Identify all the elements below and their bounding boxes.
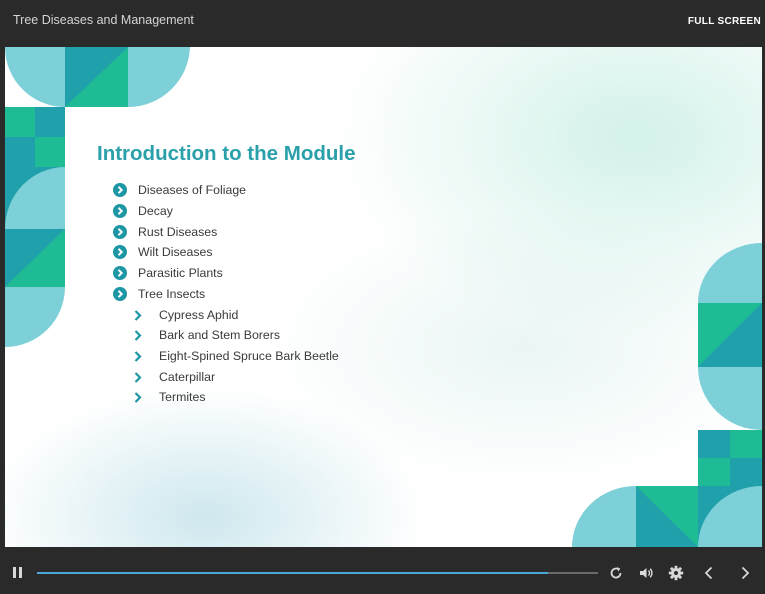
- chevron-circle-icon: [113, 224, 127, 239]
- replay-icon[interactable]: [608, 565, 624, 581]
- fullscreen-button[interactable]: FULL SCREEN: [688, 16, 761, 27]
- pause-icon: [13, 567, 16, 578]
- slide-canvas: Introduction to the Module Diseases of F…: [5, 47, 762, 547]
- pause-button[interactable]: [13, 567, 23, 579]
- list-item-label: Decay: [138, 203, 173, 218]
- sub-list-item-label: Eight-Spined Spruce Bark Beetle: [159, 348, 339, 363]
- chevron-right-icon: [134, 392, 142, 403]
- chevron-left-icon[interactable]: [702, 565, 716, 581]
- pause-icon: [19, 567, 22, 578]
- sub-list-item-label: Caterpillar: [159, 369, 216, 384]
- list-item-label: Rust Diseases: [138, 224, 218, 239]
- chevron-right-icon: [134, 351, 142, 362]
- settings-gear-icon[interactable]: [668, 565, 684, 581]
- top-bar: Tree Diseases and Management FULL SCREEN: [0, 0, 765, 46]
- sub-list-item-label: Termites: [159, 390, 206, 405]
- list-item-label: Wilt Diseases: [138, 245, 213, 260]
- chevron-circle-icon: [113, 286, 127, 301]
- chevron-right-icon[interactable]: [738, 565, 752, 581]
- slide-title: Introduction to the Module: [97, 142, 356, 165]
- list-item-label: Diseases of Foliage: [138, 183, 246, 197]
- chevron-circle-icon: [113, 203, 127, 218]
- course-title: Tree Diseases and Management: [13, 13, 194, 27]
- chevron-circle-icon: [113, 266, 127, 281]
- sub-list-item-label: Cypress Aphid: [159, 307, 239, 322]
- chevron-circle-icon: [113, 245, 127, 260]
- chevron-right-icon: [134, 330, 142, 342]
- chevron-circle-icon: [113, 183, 127, 197]
- progress-bar[interactable]: [37, 572, 598, 574]
- volume-icon[interactable]: [638, 565, 654, 581]
- list-item-label: Parasitic Plants: [138, 266, 223, 281]
- sub-list-item-label: Bark and Stem Borers: [159, 328, 280, 343]
- chevron-right-icon: [134, 310, 142, 321]
- chevron-right-icon: [134, 371, 142, 383]
- playback-bar: [0, 548, 765, 594]
- list-item-label: Tree Insects: [138, 286, 206, 301]
- progress-fill: [37, 572, 548, 574]
